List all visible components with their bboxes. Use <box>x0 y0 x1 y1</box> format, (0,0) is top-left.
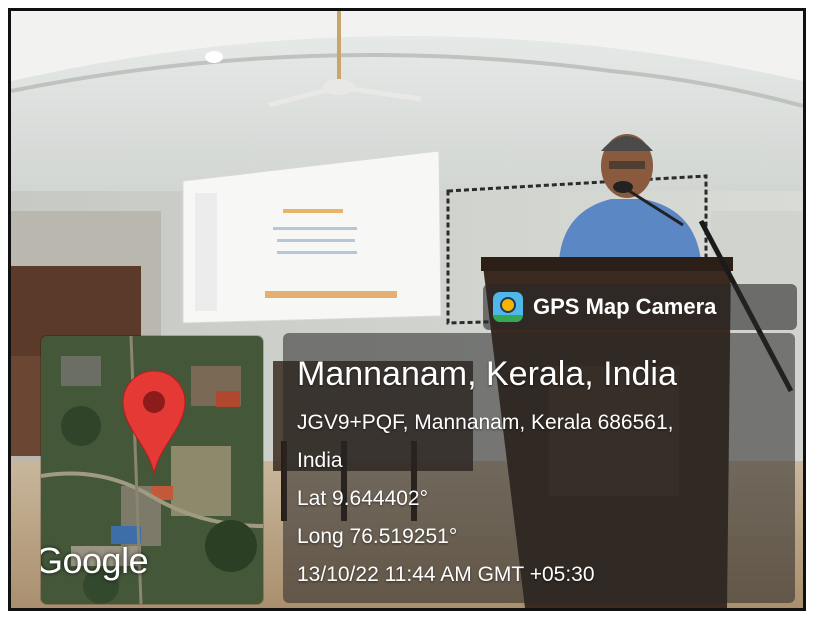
address-line-2: India <box>297 449 343 472</box>
location-title: Mannanam, Kerala, India <box>297 355 677 393</box>
longitude: Long 76.519251° <box>297 525 458 548</box>
datetime: 13/10/22 11:44 AM GMT +05:30 <box>297 563 595 586</box>
address-line-1: JGV9+PQF, Mannanam, Kerala 686561, <box>297 411 674 434</box>
gps-map-camera-icon <box>493 292 523 322</box>
gps-map-camera-badge: GPS Map Camera <box>483 284 797 330</box>
photo-frame: Google GPS Map Camera Mannanam, Kerala, … <box>8 8 806 611</box>
map-pin-icon <box>122 370 186 475</box>
map-thumbnail[interactable]: Google <box>41 336 263 604</box>
latitude: Lat 9.644402° <box>297 487 429 510</box>
badge-label: GPS Map Camera <box>533 294 717 319</box>
google-logo: Google <box>41 540 149 581</box>
location-info-panel: Mannanam, Kerala, India JGV9+PQF, Mannan… <box>283 333 795 603</box>
